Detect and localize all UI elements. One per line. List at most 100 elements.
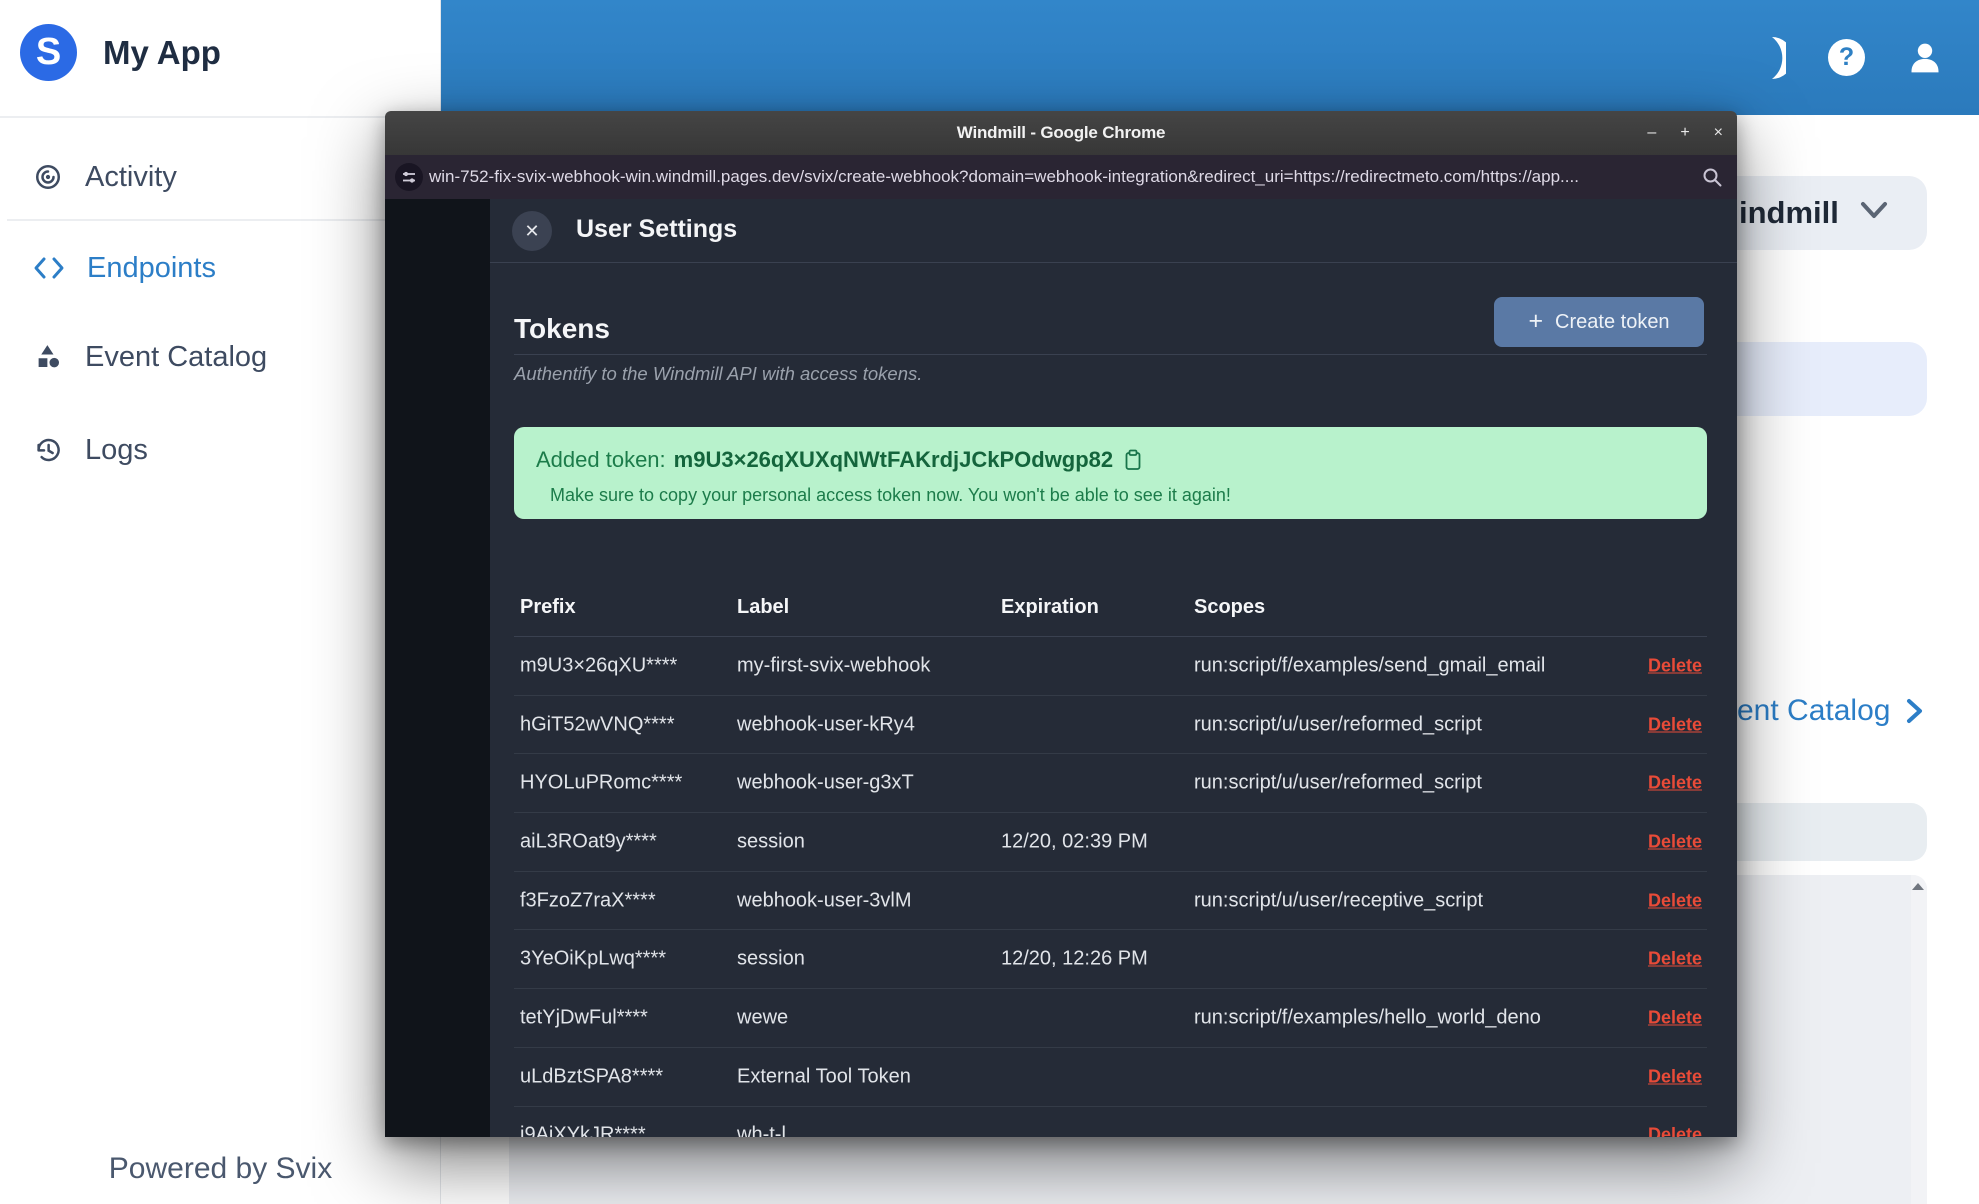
workspace-name: indmill bbox=[1739, 195, 1839, 230]
column-expiration: Expiration bbox=[1001, 596, 1099, 618]
token-scopes: run:script/u/user/reformed_script bbox=[1194, 713, 1482, 736]
scroll-up-arrow-icon[interactable] bbox=[1912, 883, 1924, 890]
token-prefix: HYOLuPRomc**** bbox=[520, 771, 683, 794]
logs-history-icon bbox=[37, 438, 60, 462]
delete-link[interactable]: Delete bbox=[1648, 831, 1702, 852]
create-token-label: Create token bbox=[1555, 310, 1670, 333]
app-topbar: ? bbox=[441, 0, 1979, 115]
delete-link[interactable]: Delete bbox=[1648, 1125, 1702, 1137]
token-label: session bbox=[737, 830, 805, 853]
table-row: uLdBztSPA8**** External Tool Token Delet… bbox=[514, 1048, 1707, 1107]
create-token-button[interactable]: + Create token bbox=[1494, 297, 1704, 347]
token-scopes: run:script/f/examples/hello_world_deno bbox=[1194, 1006, 1541, 1029]
url-bar[interactable]: win-752-fix-svix-webhook-win.windmill.pa… bbox=[385, 155, 1737, 199]
table-row: 3YeOiKpLwq**** session 12/20, 12:26 PM D… bbox=[514, 930, 1707, 990]
dark-mode-moon-icon[interactable] bbox=[1758, 36, 1786, 80]
sidebar-item-label: Logs bbox=[85, 433, 148, 466]
maximize-button[interactable]: + bbox=[1680, 124, 1689, 142]
tokens-heading: Tokens bbox=[514, 313, 610, 344]
added-token-banner: Added token: m9U3×26qXUXqNWtFAKrdjJCkPOd… bbox=[514, 427, 1707, 519]
scrollbar[interactable] bbox=[1911, 875, 1927, 1204]
window-title: Windmill - Google Chrome bbox=[956, 123, 1166, 142]
token-expiration: 12/20, 02:39 PM bbox=[1001, 830, 1148, 853]
delete-link[interactable]: Delete bbox=[1648, 773, 1702, 794]
drawer-header: ✕ User Settings bbox=[490, 199, 1737, 263]
token-label: webhook-user-g3xT bbox=[737, 771, 914, 794]
token-prefix: hGiT52wVNQ**** bbox=[520, 713, 675, 736]
token-scopes: run:script/u/user/reformed_script bbox=[1194, 771, 1482, 794]
close-icon: ✕ bbox=[524, 220, 540, 241]
activity-icon bbox=[35, 164, 61, 190]
url-input[interactable]: win-752-fix-svix-webhook-win.windmill.pa… bbox=[429, 155, 1691, 199]
section-divider bbox=[514, 354, 1707, 355]
table-row: i9AjXYkJR**** wh-t-l Delete bbox=[514, 1107, 1707, 1137]
sidebar-item-event-catalog[interactable]: Event Catalog bbox=[0, 327, 441, 387]
window-titlebar[interactable]: Windmill - Google Chrome – + × bbox=[385, 111, 1737, 155]
delete-link[interactable]: Delete bbox=[1648, 949, 1702, 970]
sidebar-item-logs[interactable]: Logs bbox=[0, 420, 441, 480]
event-catalog-link[interactable]: ent Catalog bbox=[1737, 694, 1926, 728]
sidebar-item-activity[interactable]: Activity bbox=[0, 147, 441, 207]
help-glyph: ? bbox=[1838, 43, 1855, 71]
token-label: my-first-svix-webhook bbox=[737, 654, 931, 677]
close-drawer-button[interactable]: ✕ bbox=[512, 211, 552, 251]
close-button[interactable]: × bbox=[1714, 124, 1723, 142]
column-label: Label bbox=[737, 596, 790, 618]
powered-by-svix: Powered by Svix bbox=[108, 1152, 333, 1185]
site-settings-icon[interactable] bbox=[395, 163, 423, 191]
sidebar-divider bbox=[0, 116, 441, 118]
svix-logo-icon: S bbox=[20, 24, 77, 81]
chevron-right-icon bbox=[1907, 699, 1923, 723]
sidebar-item-endpoints[interactable]: Endpoints bbox=[0, 238, 441, 298]
token-prefix: tetYjDwFul**** bbox=[520, 1006, 648, 1029]
delete-link[interactable]: Delete bbox=[1648, 890, 1702, 911]
app-name: My App bbox=[103, 33, 221, 71]
zoom-search-icon[interactable] bbox=[1701, 166, 1723, 188]
sidebar-item-label: Endpoints bbox=[87, 251, 216, 284]
token-scopes: run:script/u/user/receptive_script bbox=[1194, 889, 1484, 912]
token-label: External Tool Token bbox=[737, 1065, 911, 1088]
user-settings-drawer: ✕ User Settings Tokens + Create token Au… bbox=[490, 199, 1737, 1137]
chevron-down-icon bbox=[1861, 202, 1887, 218]
token-prefix: m9U3×26qXU**** bbox=[520, 654, 678, 677]
sidebar-item-label: Event Catalog bbox=[85, 340, 268, 373]
token-prefix: aiL3ROat9y**** bbox=[520, 830, 657, 853]
delete-link[interactable]: Delete bbox=[1648, 1007, 1702, 1028]
minimize-button[interactable]: – bbox=[1647, 124, 1656, 142]
page-backdrop: ✕ User Settings Tokens + Create token Au… bbox=[385, 199, 1737, 1137]
help-icon[interactable]: ? bbox=[1828, 39, 1865, 76]
user-icon[interactable] bbox=[1907, 40, 1943, 76]
sidebar-divider bbox=[7, 219, 441, 221]
table-row: f3FzoZ7raX**** webhook-user-3vlM run:scr… bbox=[514, 872, 1707, 931]
table-row: hGiT52wVNQ**** webhook-user-kRy4 run:scr… bbox=[514, 696, 1707, 755]
screen: ? S My App Activity Endpoints Event Cata… bbox=[0, 0, 1979, 1204]
column-prefix: Prefix bbox=[520, 596, 576, 618]
token-prefix: f3FzoZ7raX**** bbox=[520, 889, 656, 912]
table-row: tetYjDwFul**** wewe run:script/f/example… bbox=[514, 989, 1707, 1048]
token-scopes: run:script/f/examples/send_gmail_email bbox=[1194, 654, 1546, 677]
app-brand: S My App bbox=[20, 24, 221, 81]
chrome-window: Windmill - Google Chrome – + × win-752-f… bbox=[385, 111, 1737, 1137]
token-prefix: i9AjXYkJR**** bbox=[520, 1123, 646, 1137]
delete-link[interactable]: Delete bbox=[1648, 714, 1702, 735]
copy-warning-text: Make sure to copy your personal access t… bbox=[550, 485, 1231, 505]
token-label: wh-t-l bbox=[737, 1123, 786, 1137]
token-prefix: uLdBztSPA8**** bbox=[520, 1065, 664, 1088]
delete-link[interactable]: Delete bbox=[1648, 655, 1702, 676]
token-label: webhook-user-kRy4 bbox=[737, 713, 915, 736]
event-catalog-icon bbox=[38, 345, 59, 368]
token-prefix: 3YeOiKpLwq**** bbox=[520, 947, 667, 970]
copy-clipboard-icon[interactable] bbox=[1123, 449, 1143, 471]
event-catalog-link-label: ent Catalog bbox=[1737, 694, 1891, 727]
column-scopes: Scopes bbox=[1194, 596, 1266, 618]
delete-link[interactable]: Delete bbox=[1648, 1066, 1702, 1087]
token-label: session bbox=[737, 947, 805, 970]
token-value: m9U3×26qXUXqNWtFAKrdjJCkPOdwgp82 bbox=[673, 447, 1114, 472]
token-label: wewe bbox=[737, 1006, 789, 1029]
tokens-subtitle: Authentify to the Windmill API with acce… bbox=[514, 363, 923, 384]
sidebar-item-label: Activity bbox=[85, 160, 177, 193]
app-sidebar: S My App Activity Endpoints Event Catalo… bbox=[0, 0, 441, 1204]
token-label: webhook-user-3vlM bbox=[737, 889, 912, 912]
drawer-title: User Settings bbox=[576, 215, 738, 243]
endpoints-icon bbox=[34, 257, 64, 279]
